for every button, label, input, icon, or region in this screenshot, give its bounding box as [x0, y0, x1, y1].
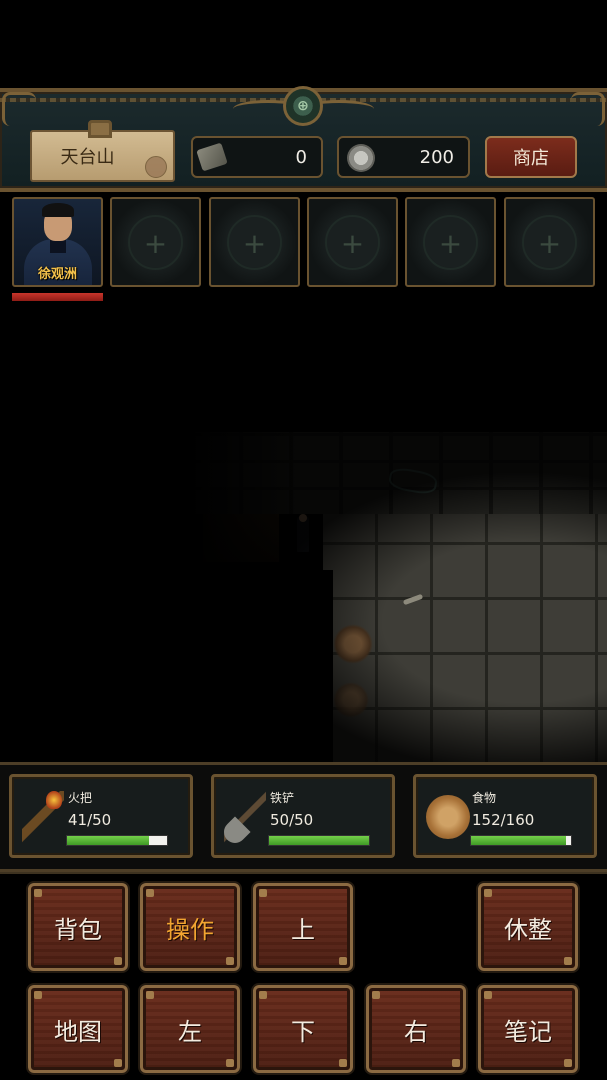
party-slot-empty[interactable]: +	[504, 197, 595, 287]
light-vignette	[193, 432, 607, 762]
ornament-corner-right	[571, 92, 605, 126]
add-member-icon: +	[242, 227, 267, 260]
move-right-button[interactable]: 右	[366, 985, 466, 1073]
party-slot-empty[interactable]: +	[405, 197, 496, 287]
tool-label: 食物	[472, 791, 497, 805]
tool-value: 50/50	[270, 811, 314, 829]
tool-durability-bar	[268, 835, 370, 846]
ticket-counter: 0	[191, 136, 323, 178]
shop-button[interactable]: 商店	[485, 136, 577, 178]
tool-durability-fill	[269, 836, 369, 845]
hero-portrait-collar	[50, 239, 66, 253]
ornament-corner-left	[2, 92, 36, 126]
party-slot-empty[interactable]: +	[209, 197, 300, 287]
tool-label: 火把	[68, 791, 93, 805]
coin-count: 200	[419, 146, 454, 168]
hero-portrait-hair	[42, 203, 74, 217]
party-slot-empty[interactable]: +	[307, 197, 398, 287]
hero-name: 徐观洲	[37, 267, 77, 282]
medallion-emblem: ⊕	[283, 86, 323, 126]
action-button[interactable]: 操作	[140, 883, 240, 971]
party-slot-empty[interactable]: +	[110, 197, 201, 287]
backpack-button[interactable]: 背包	[28, 883, 128, 971]
ticket-count: 0	[295, 146, 307, 168]
tool-value: 152/160	[472, 811, 535, 829]
add-member-icon: +	[537, 227, 562, 260]
shovel-icon	[224, 791, 266, 843]
food-icon	[426, 795, 470, 839]
coin-icon	[347, 144, 375, 172]
dungeon-view[interactable]	[193, 432, 607, 762]
ticket-icon	[196, 142, 228, 172]
notes-button[interactable]: 笔记	[478, 985, 578, 1073]
tool-durability-fill	[471, 836, 566, 845]
tool-durability-bar	[470, 835, 572, 846]
map-button[interactable]: 地图	[28, 985, 128, 1073]
add-member-icon: +	[438, 227, 463, 260]
paper-clip-icon	[88, 120, 112, 138]
tool-durability-bar	[66, 835, 168, 846]
move-down-button[interactable]: 下	[253, 985, 353, 1073]
rest-button[interactable]: 休整	[478, 883, 578, 971]
move-left-button[interactable]: 左	[140, 985, 240, 1073]
add-member-icon: +	[340, 227, 365, 260]
tool-food[interactable]: 食物 152/160	[413, 774, 597, 858]
tool-shovel[interactable]: 铁铲 50/50	[211, 774, 395, 858]
tool-label: 铁铲	[270, 791, 295, 805]
torch-icon	[22, 791, 64, 843]
hero-hp-bar	[12, 293, 103, 301]
hero-hp-fill	[12, 293, 103, 301]
move-up-button[interactable]: 上	[253, 883, 353, 971]
seal-stamp-icon	[145, 156, 167, 178]
tool-torch[interactable]: 火把 41/50	[9, 774, 193, 858]
add-member-icon: +	[143, 227, 168, 260]
coin-counter: 200	[337, 136, 470, 178]
tool-value: 41/50	[68, 811, 112, 829]
tool-durability-fill	[67, 836, 149, 845]
party-slot-hero[interactable]: 徐观洲	[12, 197, 103, 287]
